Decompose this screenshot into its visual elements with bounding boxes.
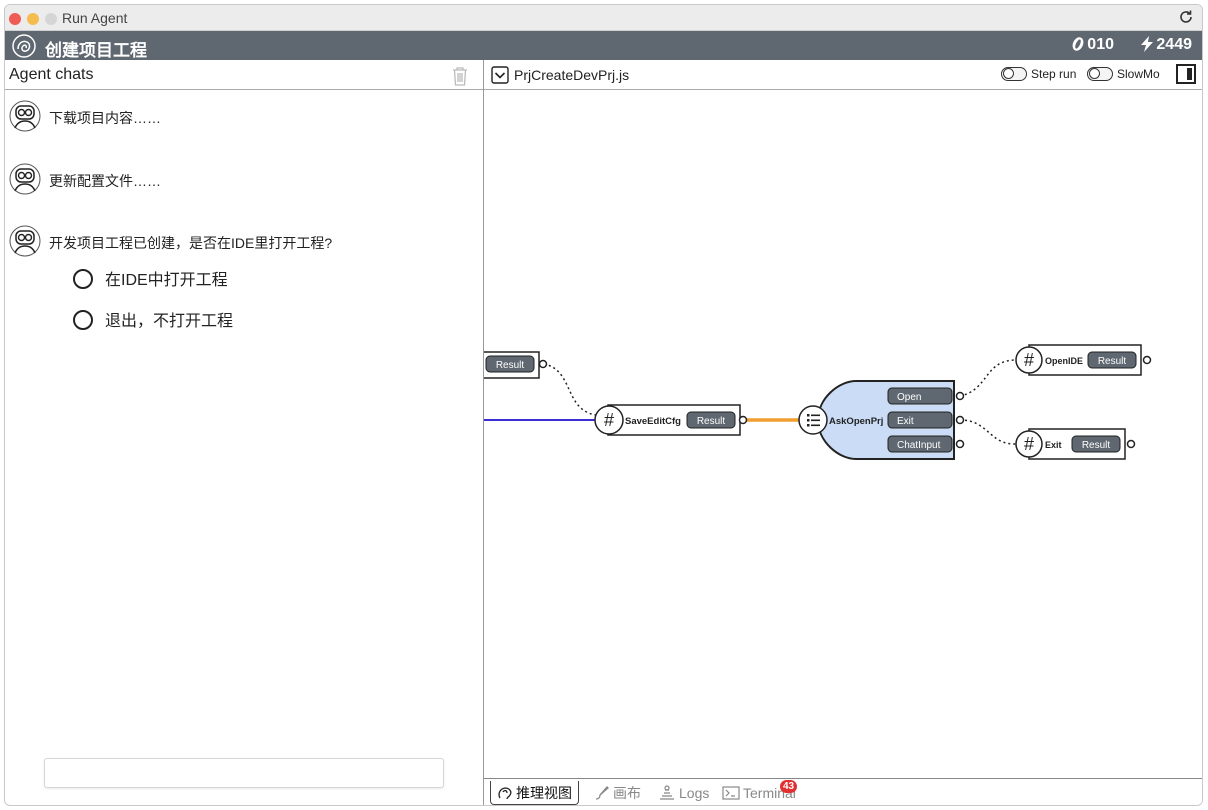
brush-icon [594, 781, 610, 805]
agent-chats-title: Agent chats [9, 66, 94, 83]
flow-header: PrjCreateDevPrj.js Step run SlowMo [484, 60, 1202, 90]
hash-icon: # [1024, 350, 1034, 370]
zoom-window-button[interactable] [45, 13, 57, 25]
flow-graph: Result # SaveEditCfg Result AskOpenPrj O… [484, 344, 1152, 460]
energy-value: 2449 [1156, 36, 1192, 53]
coin-icon [1072, 37, 1084, 51]
node-name: AskOpenPrj [829, 416, 883, 427]
window-title: Run Agent [62, 10, 128, 26]
tab-label: Logs [679, 785, 710, 801]
app-window: Run Agent 创建项目工程 010 2449 Agent chats 下载… [4, 4, 1203, 806]
exit-node[interactable]: # Exit Result [1015, 428, 1136, 460]
chatinput-pill-label: ChatInput [897, 440, 941, 451]
tab-canvas[interactable]: 画布 [594, 781, 641, 805]
coins-value: 010 [1087, 36, 1114, 53]
lightning-icon [1141, 36, 1154, 52]
hash-icon: # [1024, 434, 1034, 454]
dotted-link [959, 419, 1017, 445]
logs-icon [658, 781, 676, 805]
result-pill-label: Result [496, 360, 525, 371]
dotted-link [543, 363, 597, 416]
hash-icon: # [604, 410, 614, 430]
app-header: 创建项目工程 010 2449 [5, 31, 1202, 60]
open-pill-label: Open [897, 392, 921, 403]
chat-message-text: 开发项目工程已创建，是否在IDE里打开工程? [49, 235, 333, 251]
option-label: 在IDE中打开工程 [105, 272, 228, 289]
tab-logs[interactable]: Logs [658, 781, 709, 805]
toggle-switch-icon [1001, 67, 1027, 81]
reload-icon[interactable] [1178, 9, 1194, 25]
step-run-toggle[interactable]: Step run [1001, 67, 1076, 81]
node-name: OpenIDE [1045, 356, 1083, 366]
coins-counter: 010 [1071, 36, 1114, 54]
save-edit-cfg-node[interactable]: # SaveEditCfg Result [594, 404, 748, 436]
ask-open-prj-node[interactable]: AskOpenPrj Open Exit ChatInput [798, 380, 965, 460]
tab-reasoning-view[interactable]: 推理视图 [490, 781, 579, 805]
agent-avatar-icon [9, 225, 41, 257]
tab-terminal[interactable]: Terminal 43 [722, 780, 798, 805]
dotted-link [959, 359, 1017, 397]
terminal-icon [722, 781, 740, 805]
radio-circle-icon [73, 269, 93, 289]
option-exit[interactable]: 退出，不打开工程 [73, 307, 233, 331]
window-titlebar: Run Agent [5, 5, 1202, 31]
toggle-sidebar-icon[interactable] [1176, 64, 1196, 84]
bottom-tabs: 推理视图 画布 Logs Terminal 43 [484, 778, 1202, 805]
energy-counter: 2449 [1140, 36, 1192, 54]
page-title: 创建项目工程 [45, 41, 147, 60]
open-ide-node[interactable]: # OpenIDE Result [1015, 344, 1152, 376]
tab-label: 推理视图 [516, 785, 572, 801]
slowmo-toggle[interactable]: SlowMo [1087, 67, 1160, 81]
flow-panel: PrjCreateDevPrj.js Step run SlowMo Resul… [484, 60, 1202, 805]
slowmo-label: SlowMo [1117, 67, 1160, 81]
option-open-in-ide[interactable]: 在IDE中打开工程 [73, 266, 228, 290]
brain-icon [497, 781, 513, 805]
minimize-window-button[interactable] [27, 13, 39, 25]
chat-input[interactable] [44, 758, 444, 788]
chat-message-text: 下载项目内容…… [49, 110, 161, 126]
tab-label: 画布 [613, 785, 641, 801]
flow-canvas[interactable]: Result # SaveEditCfg Result AskOpenPrj O… [484, 90, 1202, 778]
step-run-label: Step run [1031, 67, 1077, 81]
toggle-switch-icon [1087, 67, 1113, 81]
node-name: Exit [1045, 440, 1062, 450]
file-name: PrjCreateDevPrj.js [514, 67, 630, 83]
agent-chats-header: Agent chats [5, 60, 483, 90]
agent-avatar-icon [9, 163, 41, 195]
radio-circle-icon [73, 310, 93, 330]
result-pill-label: Result [1098, 356, 1127, 367]
chevron-down-icon[interactable] [491, 66, 509, 84]
close-window-button[interactable] [9, 13, 21, 25]
agent-chats-panel: Agent chats 下载项目内容…… 更新配置文件…… 开发项目工程已创建，… [5, 60, 484, 805]
chat-message-text: 更新配置文件…… [49, 173, 161, 189]
terminal-badge: 43 [780, 780, 798, 793]
app-logo-icon [11, 33, 37, 59]
exit-pill-label: Exit [897, 416, 914, 427]
agent-avatar-icon [9, 100, 41, 132]
result-pill-label: Result [697, 416, 726, 427]
trash-icon[interactable] [451, 66, 469, 86]
partial-result-node[interactable]: Result [484, 351, 548, 379]
option-label: 退出，不打开工程 [105, 313, 234, 330]
node-name: SaveEditCfg [625, 416, 681, 427]
result-pill-label: Result [1082, 440, 1111, 451]
list-icon [807, 414, 820, 427]
